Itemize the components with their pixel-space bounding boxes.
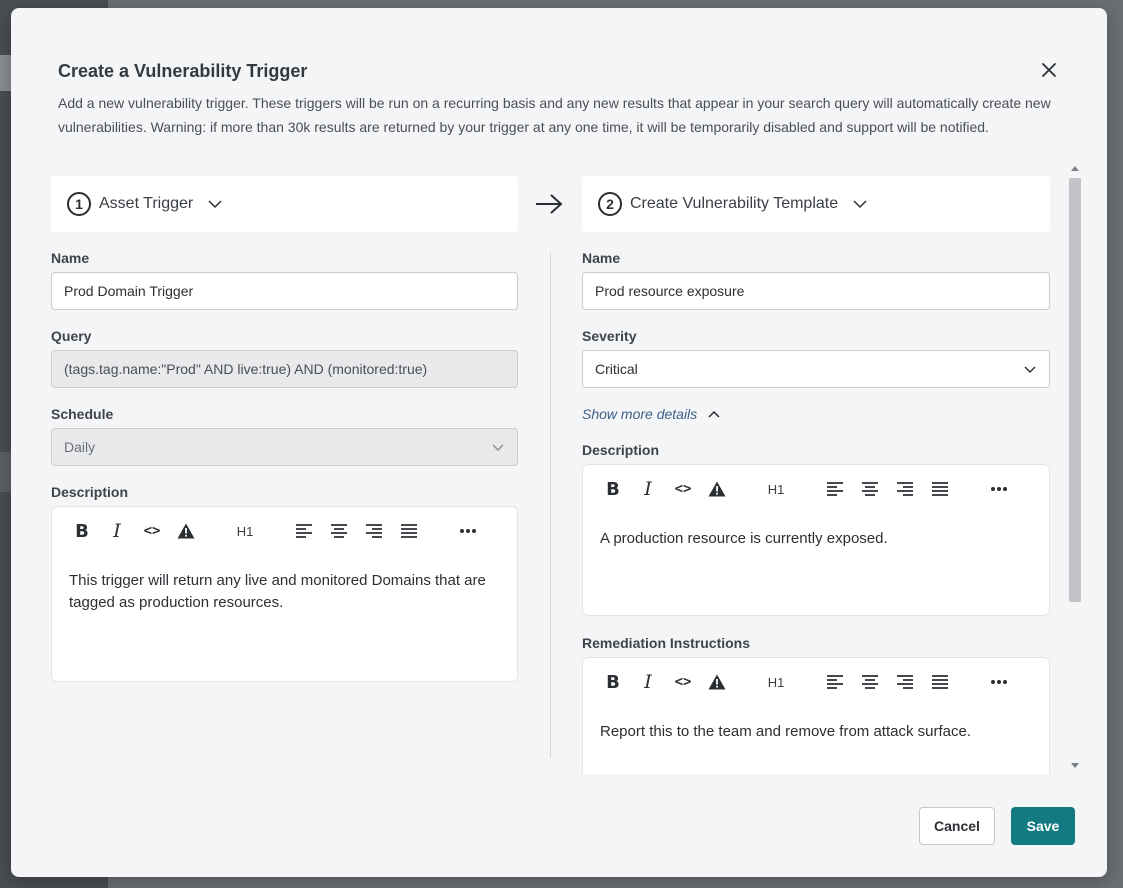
code-button[interactable]: <> [672, 672, 694, 692]
chevron-down-icon [208, 200, 222, 209]
align-left-icon[interactable] [826, 672, 844, 692]
italic-button[interactable]: I [640, 478, 656, 500]
warning-icon[interactable] [707, 672, 727, 692]
severity-value: Critical [595, 361, 638, 377]
column-divider [550, 252, 551, 758]
description-label: Description [51, 484, 129, 500]
modal-description: Add a new vulnerability trigger. These t… [58, 95, 1051, 135]
align-justify-icon[interactable] [931, 479, 949, 499]
trigger-name-input[interactable]: Prod Domain Trigger [51, 272, 518, 310]
cancel-button[interactable]: Cancel [919, 807, 995, 845]
step-number-2: 2 [598, 192, 622, 216]
chevron-up-icon [708, 410, 720, 418]
query-label: Query [51, 328, 92, 344]
close-icon[interactable] [1039, 60, 1059, 80]
form-scrollbar[interactable] [1068, 166, 1081, 772]
show-more-details-link[interactable]: Show more details [582, 406, 721, 422]
scroll-down-arrow[interactable] [1071, 763, 1079, 768]
more-options-icon[interactable] [989, 479, 1009, 499]
chevron-down-icon [492, 444, 504, 451]
bold-button[interactable]: B [605, 672, 621, 693]
show-more-label: Show more details [582, 406, 698, 422]
heading-button[interactable]: H1 [234, 521, 256, 541]
italic-button[interactable]: I [109, 520, 125, 542]
create-trigger-modal: Create a Vulnerability Trigger Add a new… [11, 8, 1107, 877]
step-vulnerability-template[interactable]: 2 Create Vulnerability Template [582, 176, 1050, 232]
template-description-editor[interactable]: B I <> H1 A production resource is curre… [582, 464, 1050, 616]
italic-button[interactable]: I [640, 671, 656, 693]
bold-button[interactable]: B [605, 479, 621, 500]
name-label: Name [51, 250, 90, 266]
scroll-thumb[interactable] [1069, 178, 1081, 602]
more-options-icon[interactable] [458, 521, 478, 541]
step-number-1: 1 [67, 192, 91, 216]
chevron-down-icon [853, 200, 867, 209]
severity-select[interactable]: Critical [582, 350, 1050, 388]
code-button[interactable]: <> [141, 521, 163, 541]
step-label-asset-trigger: Asset Trigger [99, 195, 194, 212]
schedule-label: Schedule [51, 406, 114, 422]
editor-toolbar: B I <> H1 [52, 507, 517, 553]
modal-title: Create a Vulnerability Trigger [58, 61, 308, 81]
scroll-up-arrow[interactable] [1071, 166, 1079, 171]
align-center-icon[interactable] [861, 479, 879, 499]
align-center-icon[interactable] [330, 521, 348, 541]
align-right-icon[interactable] [365, 521, 383, 541]
editor-toolbar: B I <> H1 [583, 658, 1049, 704]
editor-content[interactable]: Report this to the team and remove from … [600, 721, 1035, 743]
align-left-icon[interactable] [826, 479, 844, 499]
heading-button[interactable]: H1 [765, 479, 787, 499]
bold-button[interactable]: B [74, 521, 90, 542]
remediation-editor[interactable]: B I <> H1 Report this to the team and re… [582, 657, 1050, 774]
heading-button[interactable]: H1 [765, 672, 787, 692]
name-label: Name [582, 250, 621, 266]
schedule-select[interactable]: Daily [51, 428, 518, 466]
step-label-template: Create Vulnerability Template [630, 195, 839, 212]
arrow-right-icon [536, 194, 563, 214]
description-label: Description [582, 442, 660, 458]
align-justify-icon[interactable] [400, 521, 418, 541]
more-options-icon[interactable] [989, 672, 1009, 692]
code-button[interactable]: <> [672, 479, 694, 499]
warning-icon[interactable] [707, 479, 727, 499]
align-right-icon[interactable] [896, 672, 914, 692]
step-asset-trigger[interactable]: 1 Asset Trigger [51, 176, 518, 232]
severity-label: Severity [582, 328, 637, 344]
editor-toolbar: B I <> H1 [583, 465, 1049, 511]
remediation-label: Remediation Instructions [582, 635, 751, 651]
align-justify-icon[interactable] [931, 672, 949, 692]
query-input[interactable]: (tags.tag.name:"Prod" AND live:true) AND… [51, 350, 518, 388]
align-left-icon[interactable] [295, 521, 313, 541]
schedule-value: Daily [64, 439, 96, 455]
trigger-description-editor[interactable]: B I <> H1 This trigger will return any l… [51, 506, 518, 682]
editor-content[interactable]: This trigger will return any live and mo… [69, 570, 504, 614]
align-center-icon[interactable] [861, 672, 879, 692]
save-button[interactable]: Save [1011, 807, 1075, 845]
template-name-input[interactable]: Prod resource exposure [582, 272, 1050, 310]
chevron-down-icon [1024, 366, 1036, 373]
editor-content[interactable]: A production resource is currently expos… [600, 528, 1035, 550]
warning-icon[interactable] [176, 521, 196, 541]
align-right-icon[interactable] [896, 479, 914, 499]
